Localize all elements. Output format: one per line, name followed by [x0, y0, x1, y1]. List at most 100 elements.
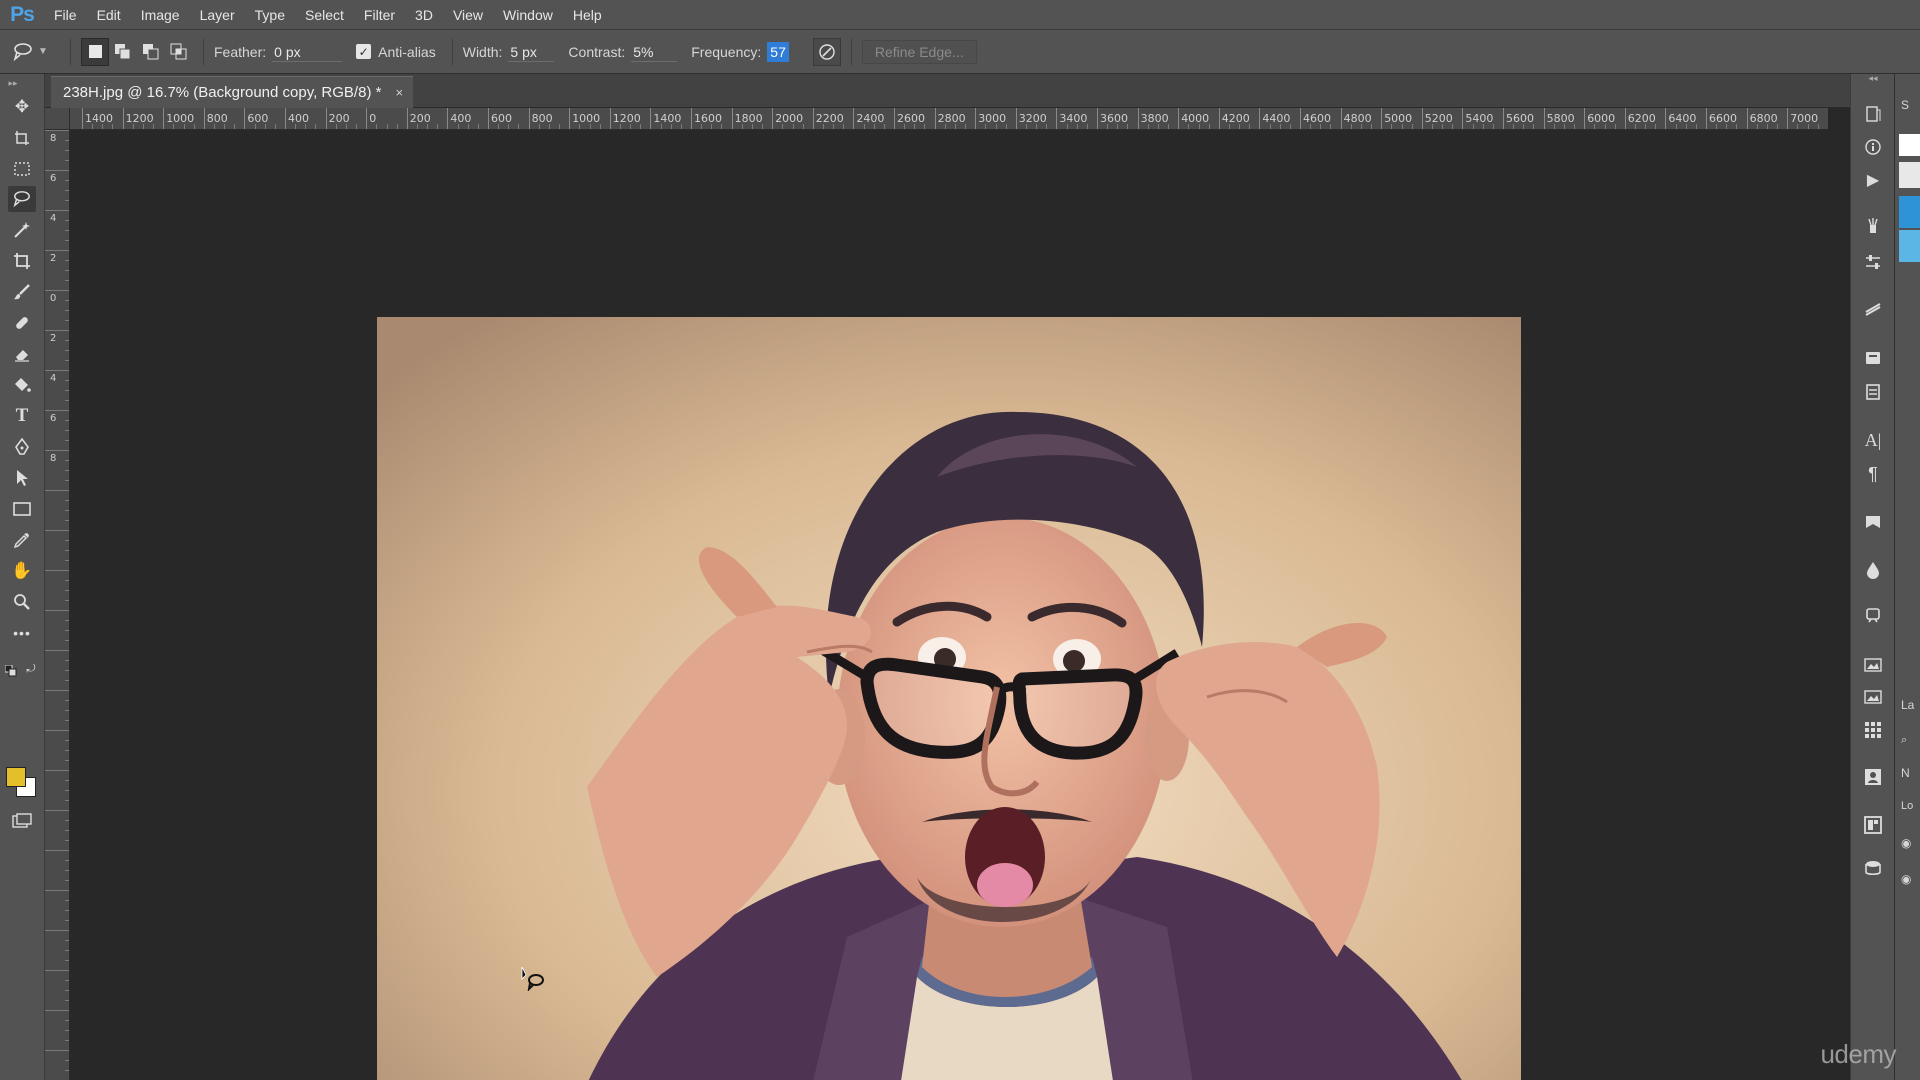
menu-type[interactable]: Type: [245, 0, 295, 30]
ruler-tick: [45, 1050, 69, 1051]
ruler-label: 6000: [1587, 112, 1616, 125]
ruler-minor-tick: [1401, 124, 1403, 129]
color-swatch-light[interactable]: [1899, 162, 1920, 188]
new-selection-button[interactable]: [81, 37, 109, 66]
color-swatch-white[interactable]: [1899, 134, 1920, 156]
collapse-panels-icon[interactable]: ◂◂: [1860, 72, 1886, 84]
menu-window[interactable]: Window: [493, 0, 563, 30]
marquee-tool-icon[interactable]: [8, 156, 36, 182]
ruler-minor-tick: [1533, 124, 1535, 129]
more-tools-icon[interactable]: •••: [8, 620, 36, 646]
timeline-panel-icon[interactable]: [1860, 604, 1886, 628]
document-tab[interactable]: 238H.jpg @ 16.7% (Background copy, RGB/8…: [51, 76, 414, 108]
ruler-label: 1400: [653, 112, 682, 125]
paths-panel-icon[interactable]: [1860, 296, 1886, 320]
menu-file[interactable]: File: [44, 0, 87, 30]
lasso-cursor-icon: [521, 966, 544, 991]
default-colors-icon[interactable]: [4, 664, 18, 678]
history-panel-icon[interactable]: [1860, 102, 1886, 126]
ruler-label: 2: [50, 333, 57, 344]
brush-tool-icon[interactable]: [8, 279, 36, 305]
ruler-tick: [1624, 108, 1626, 129]
hand-tool-icon[interactable]: ✋: [8, 558, 36, 584]
menu-edit[interactable]: Edit: [87, 0, 131, 30]
intersect-selection-button[interactable]: [165, 38, 193, 66]
screen-mode-icon[interactable]: [8, 808, 36, 834]
vertical-ruler[interactable]: 8 6 4 2 0 2 4 6 8: [45, 130, 70, 1080]
glyphs-panel-icon[interactable]: [1860, 510, 1886, 534]
info-panel-icon[interactable]: [1860, 135, 1886, 159]
ruler-minor-tick: [741, 124, 743, 129]
styles-panel-icon[interactable]: [1860, 813, 1886, 837]
blend-mode-select[interactable]: N: [1901, 766, 1910, 780]
pen-pressure-button[interactable]: [812, 37, 841, 66]
layer-filter-icon[interactable]: ⌕: [1901, 734, 1907, 747]
width-input[interactable]: 5 px: [508, 42, 555, 62]
swatches-panel-icon[interactable]: [1860, 718, 1886, 742]
refine-edge-button[interactable]: Refine Edge...: [861, 39, 977, 64]
visibility-eye-icon[interactable]: ◉: [1901, 836, 1911, 850]
pen-tool-icon[interactable]: [8, 434, 36, 460]
photoshop-logo: Ps: [10, 2, 35, 26]
layer-comps-panel-icon[interactable]: [1860, 684, 1886, 708]
ruler-minor-tick: [711, 124, 713, 129]
3d-panel-icon[interactable]: [1860, 856, 1886, 880]
menu-view[interactable]: View: [443, 0, 493, 30]
clone-source-panel-icon[interactable]: [1860, 765, 1886, 789]
swap-colors-icon[interactable]: ⤾: [24, 662, 38, 676]
adjustments-panel-icon[interactable]: [1860, 250, 1886, 274]
visibility-eye-icon[interactable]: ◉: [1901, 872, 1911, 886]
rectangle-tool-icon[interactable]: [8, 496, 36, 522]
collapse-toolbar-icon[interactable]: ▸▸: [6, 78, 20, 88]
crop-tool-icon[interactable]: [8, 248, 36, 274]
actions-play-icon[interactable]: ▶: [1860, 168, 1886, 192]
document-image[interactable]: [377, 317, 1521, 1080]
antialias-checkbox[interactable]: ✓: [356, 44, 372, 59]
type-tool-icon[interactable]: T: [8, 403, 36, 429]
move-tool-icon[interactable]: ✥: [8, 94, 36, 120]
tool-preset-picker[interactable]: ▼: [0, 42, 60, 62]
libraries-panel-icon[interactable]: [1860, 346, 1886, 370]
frequency-input[interactable]: 57: [767, 41, 789, 62]
contrast-label: Contrast:: [568, 43, 626, 60]
ruler-origin[interactable]: [45, 108, 70, 130]
canvas-area[interactable]: [70, 130, 1828, 1080]
ruler-label: 0: [369, 112, 377, 125]
subtract-from-selection-button[interactable]: [137, 38, 165, 66]
subtract-selection-icon: [143, 43, 159, 59]
menu-layer[interactable]: Layer: [190, 0, 245, 30]
artboard-tool-icon[interactable]: [8, 125, 36, 151]
ruler-minor-tick: [112, 124, 114, 129]
navigator-panel-icon[interactable]: [1860, 652, 1886, 676]
eyedropper-tool-icon[interactable]: [8, 527, 36, 553]
paint-bucket-tool-icon[interactable]: [8, 372, 36, 398]
menu-filter[interactable]: Filter: [354, 0, 405, 30]
properties-panel-icon[interactable]: [1860, 380, 1886, 404]
foreground-color-swatch[interactable]: [6, 767, 26, 787]
layers-panel-tab[interactable]: La: [1901, 698, 1914, 712]
path-selection-tool-icon[interactable]: [8, 465, 36, 491]
magic-wand-tool-icon[interactable]: [8, 217, 36, 243]
lasso-tool-icon[interactable]: [8, 186, 36, 212]
horizontal-ruler[interactable]: 1400 1200 1000 800 600 400 200 0 200 400 600 800 100…: [70, 108, 1828, 130]
ruler-minor-tick: [416, 124, 418, 129]
color-swatch-blue[interactable]: [1899, 196, 1920, 228]
color-swatch-lightblue[interactable]: [1899, 230, 1920, 262]
color-panel-icon[interactable]: [1860, 558, 1886, 582]
ruler-minor-tick: [762, 124, 764, 129]
character-panel-icon[interactable]: A|: [1860, 428, 1886, 452]
healing-brush-tool-icon[interactable]: [8, 310, 36, 336]
zoom-tool-icon[interactable]: [8, 589, 36, 615]
menu-help[interactable]: Help: [563, 0, 612, 30]
menu-select[interactable]: Select: [295, 0, 354, 30]
add-to-selection-button[interactable]: [109, 38, 137, 66]
feather-input[interactable]: 0 px: [272, 42, 343, 62]
ruler-minor-tick: [1442, 124, 1444, 129]
eraser-tool-icon[interactable]: [8, 341, 36, 367]
brush-presets-icon[interactable]: [1860, 214, 1886, 238]
menu-image[interactable]: Image: [131, 0, 190, 30]
paragraph-panel-icon[interactable]: ¶: [1860, 462, 1886, 486]
contrast-input[interactable]: 5%: [631, 42, 678, 62]
close-icon[interactable]: ×: [395, 85, 403, 100]
menu-3d[interactable]: 3D: [405, 0, 443, 30]
